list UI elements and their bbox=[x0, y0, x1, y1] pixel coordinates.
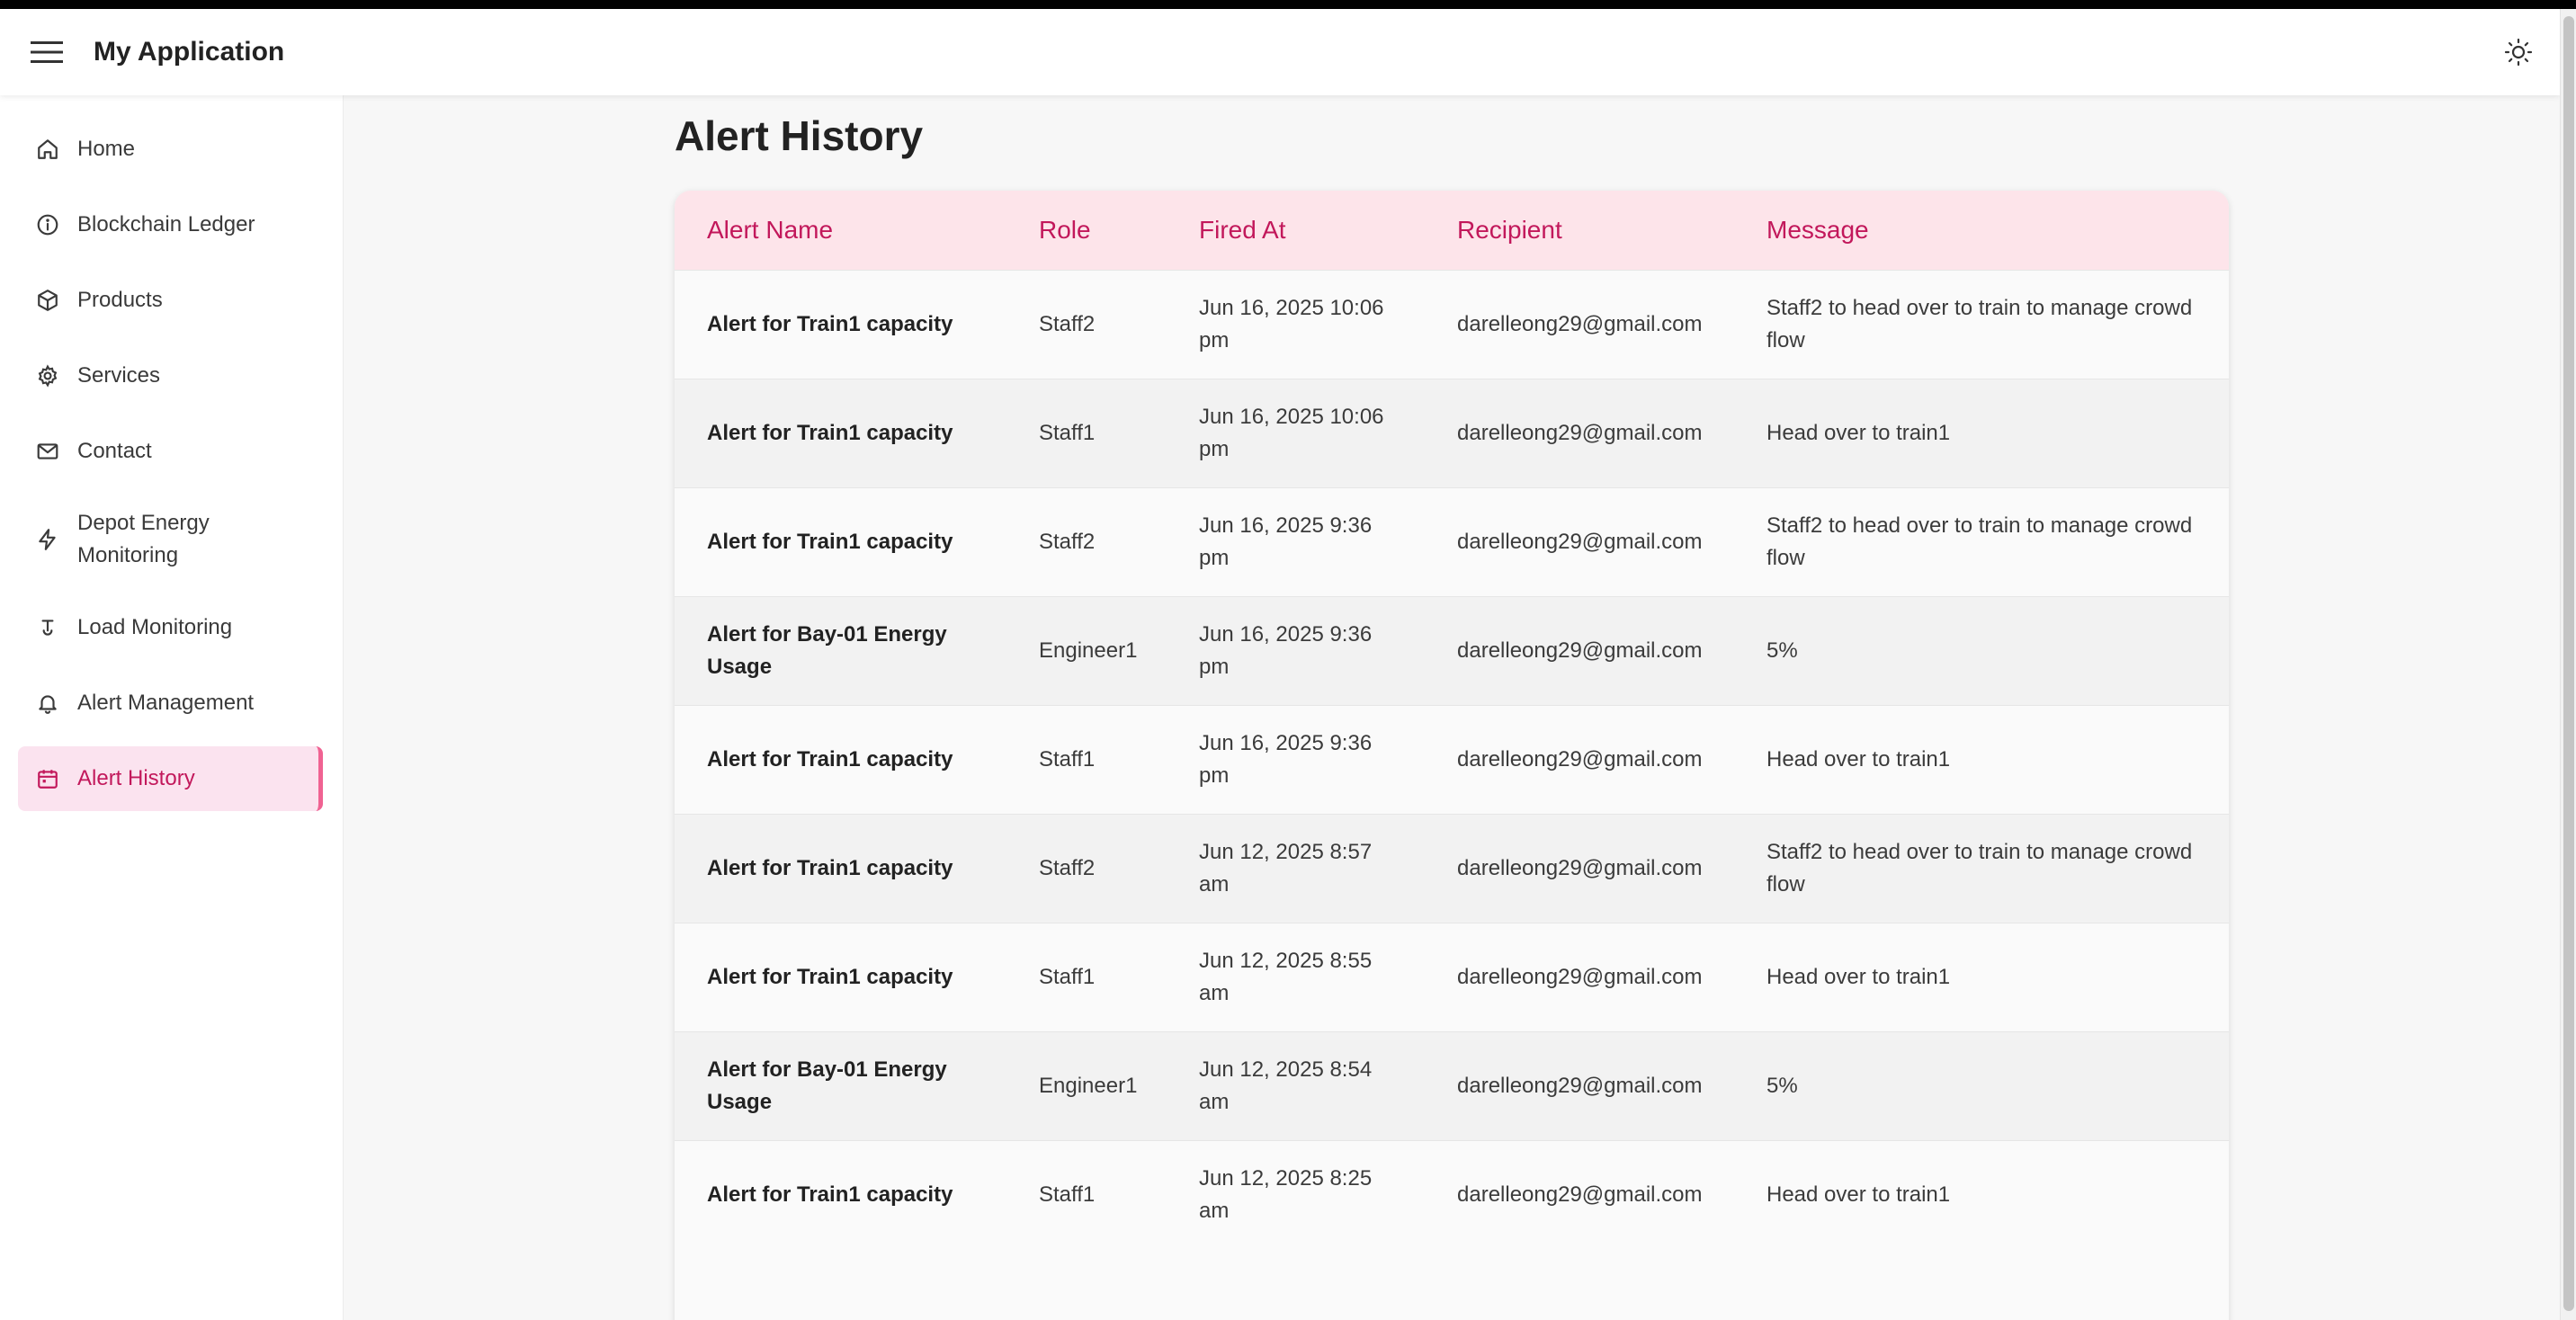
scrollbar-thumb[interactable] bbox=[2563, 16, 2574, 1311]
sidebar-item-alert-management[interactable]: Alert Management bbox=[18, 671, 323, 736]
table-row[interactable]: Alert for Bay-01 Energy Usage Engineer1 … bbox=[675, 1031, 2229, 1140]
home-icon bbox=[34, 136, 61, 163]
cell-recipient: darelleong29@gmail.com bbox=[1457, 746, 1703, 771]
sidebar-item-label: Depot Energy Monitoring bbox=[77, 511, 210, 567]
window-top-strip bbox=[0, 0, 2576, 9]
sidebar: Home Blockchain Ledger Products Services… bbox=[0, 95, 344, 1320]
info-icon bbox=[34, 211, 61, 238]
cell-alert-name: Alert for Train1 capacity bbox=[707, 311, 953, 336]
cell-role: Staff1 bbox=[1039, 746, 1096, 771]
cell-alert-name: Alert for Bay-01 Energy Usage bbox=[707, 1057, 947, 1114]
app-bar: My Application bbox=[0, 9, 2560, 95]
cell-alert-name: Alert for Train1 capacity bbox=[707, 746, 953, 771]
cell-alert-name: Alert for Train1 capacity bbox=[707, 1182, 953, 1207]
gear-icon bbox=[34, 362, 61, 389]
cell-role: Engineer1 bbox=[1039, 1073, 1138, 1098]
cell-alert-name: Alert for Train1 capacity bbox=[707, 420, 953, 445]
table-header-row: Alert Name Role Fired At Recipient Messa… bbox=[675, 191, 2229, 270]
cell-role: Engineer1 bbox=[1039, 638, 1138, 663]
cell-message: Staff2 to head over to train to manage c… bbox=[1767, 513, 2193, 570]
sidebar-item-label: Alert Management bbox=[77, 691, 255, 715]
cell-recipient: darelleong29@gmail.com bbox=[1457, 1182, 1703, 1207]
weight-icon bbox=[34, 614, 61, 641]
cell-message: Staff2 to head over to train to manage c… bbox=[1767, 839, 2193, 896]
cell-recipient: darelleong29@gmail.com bbox=[1457, 529, 1703, 554]
mail-icon bbox=[34, 438, 61, 465]
cell-fired-at: Jun 12, 2025 8:54 am bbox=[1199, 1057, 1373, 1114]
bell-icon bbox=[34, 690, 61, 717]
cell-alert-name: Alert for Bay-01 Energy Usage bbox=[707, 621, 947, 679]
sidebar-item-depot-energy-monitoring[interactable]: Depot Energy Monitoring bbox=[18, 495, 323, 584]
cell-fired-at: Jun 16, 2025 10:06 pm bbox=[1199, 404, 1384, 461]
sidebar-item-contact[interactable]: Contact bbox=[18, 419, 323, 484]
column-header-message[interactable]: Message bbox=[1734, 191, 2229, 270]
cell-role: Staff1 bbox=[1039, 420, 1096, 445]
cell-recipient: darelleong29@gmail.com bbox=[1457, 855, 1703, 880]
sidebar-item-blockchain-ledger[interactable]: Blockchain Ledger bbox=[18, 192, 323, 257]
table-row[interactable]: Alert for Bay-01 Energy Usage Engineer1 … bbox=[675, 596, 2229, 705]
cell-recipient: darelleong29@gmail.com bbox=[1457, 964, 1703, 989]
cell-alert-name: Alert for Train1 capacity bbox=[707, 529, 953, 554]
column-header-fired-at[interactable]: Fired At bbox=[1167, 191, 1425, 270]
cell-recipient: darelleong29@gmail.com bbox=[1457, 420, 1703, 445]
cell-role: Staff1 bbox=[1039, 1182, 1096, 1207]
cell-role: Staff2 bbox=[1039, 529, 1096, 554]
cell-fired-at: Jun 16, 2025 10:06 pm bbox=[1199, 295, 1384, 352]
cell-fired-at: Jun 12, 2025 8:55 am bbox=[1199, 948, 1373, 1005]
column-header-recipient[interactable]: Recipient bbox=[1425, 191, 1734, 270]
cell-fired-at: Jun 12, 2025 8:57 am bbox=[1199, 839, 1373, 896]
cell-message: Staff2 to head over to train to manage c… bbox=[1767, 295, 2193, 352]
sidebar-item-label: Services bbox=[77, 363, 161, 388]
sidebar-item-label: Load Monitoring bbox=[77, 615, 233, 639]
cell-role: Staff1 bbox=[1039, 964, 1096, 989]
table-row[interactable]: Alert for Train1 capacity Staff1 Jun 16,… bbox=[675, 705, 2229, 814]
cell-recipient: darelleong29@gmail.com bbox=[1457, 1073, 1703, 1098]
box-icon bbox=[34, 287, 61, 314]
column-header-role[interactable]: Role bbox=[1006, 191, 1167, 270]
sidebar-item-products[interactable]: Products bbox=[18, 268, 323, 333]
cell-message: Head over to train1 bbox=[1767, 1182, 1951, 1207]
cell-message: 5% bbox=[1767, 638, 1798, 663]
sidebar-item-label: Blockchain Ledger bbox=[77, 212, 255, 236]
table-row[interactable]: Alert for Train1 capacity Staff1 Jun 16,… bbox=[675, 379, 2229, 487]
column-header-alert-name[interactable]: Alert Name bbox=[675, 191, 1006, 270]
sidebar-item-label: Alert History bbox=[77, 766, 195, 790]
cell-recipient: darelleong29@gmail.com bbox=[1457, 638, 1703, 663]
cell-role: Staff2 bbox=[1039, 311, 1096, 336]
cell-role: Staff2 bbox=[1039, 855, 1096, 880]
sidebar-item-load-monitoring[interactable]: Load Monitoring bbox=[18, 595, 323, 660]
sidebar-item-label: Home bbox=[77, 137, 136, 161]
table-row[interactable]: Alert for Train1 capacity Staff1 Jun 12,… bbox=[675, 1140, 2229, 1249]
main-content: Alert History Alert Name Role Fired At R… bbox=[344, 95, 2560, 1320]
sidebar-item-alert-history[interactable]: Alert History bbox=[18, 746, 323, 811]
calendar-icon bbox=[34, 765, 61, 792]
table-row[interactable]: Alert for Train1 capacity Staff2 Jun 16,… bbox=[675, 487, 2229, 596]
cell-alert-name: Alert for Train1 capacity bbox=[707, 964, 953, 989]
cell-message: Head over to train1 bbox=[1767, 964, 1951, 989]
alert-history-table: Alert Name Role Fired At Recipient Messa… bbox=[675, 191, 2229, 1249]
table-row[interactable]: Alert for Train1 capacity Staff1 Jun 12,… bbox=[675, 923, 2229, 1031]
cell-fired-at: Jun 16, 2025 9:36 pm bbox=[1199, 513, 1373, 570]
sidebar-item-services[interactable]: Services bbox=[18, 343, 323, 408]
cell-recipient: darelleong29@gmail.com bbox=[1457, 311, 1703, 336]
cell-message: 5% bbox=[1767, 1073, 1798, 1098]
table-row[interactable]: Alert for Train1 capacity Staff2 Jun 12,… bbox=[675, 814, 2229, 923]
sidebar-item-home[interactable]: Home bbox=[18, 117, 323, 182]
page-scrollbar[interactable] bbox=[2560, 9, 2576, 1320]
lightning-icon bbox=[34, 526, 61, 553]
table-row[interactable]: Alert for Train1 capacity Staff2 Jun 16,… bbox=[675, 270, 2229, 379]
sidebar-item-label: Products bbox=[77, 288, 163, 312]
cell-alert-name: Alert for Train1 capacity bbox=[707, 855, 953, 880]
sun-icon[interactable] bbox=[2493, 27, 2544, 77]
alert-history-table-card: Alert Name Role Fired At Recipient Messa… bbox=[675, 191, 2229, 1320]
sidebar-item-label: Contact bbox=[77, 439, 152, 463]
cell-message: Head over to train1 bbox=[1767, 746, 1951, 771]
hamburger-menu-icon[interactable] bbox=[22, 27, 72, 77]
cell-fired-at: Jun 12, 2025 8:25 am bbox=[1199, 1165, 1373, 1223]
page-title: Alert History bbox=[675, 112, 924, 159]
cell-fired-at: Jun 16, 2025 9:36 pm bbox=[1199, 621, 1373, 679]
app-title: My Application bbox=[94, 37, 285, 67]
cell-fired-at: Jun 16, 2025 9:36 pm bbox=[1199, 730, 1373, 788]
cell-message: Head over to train1 bbox=[1767, 420, 1951, 445]
